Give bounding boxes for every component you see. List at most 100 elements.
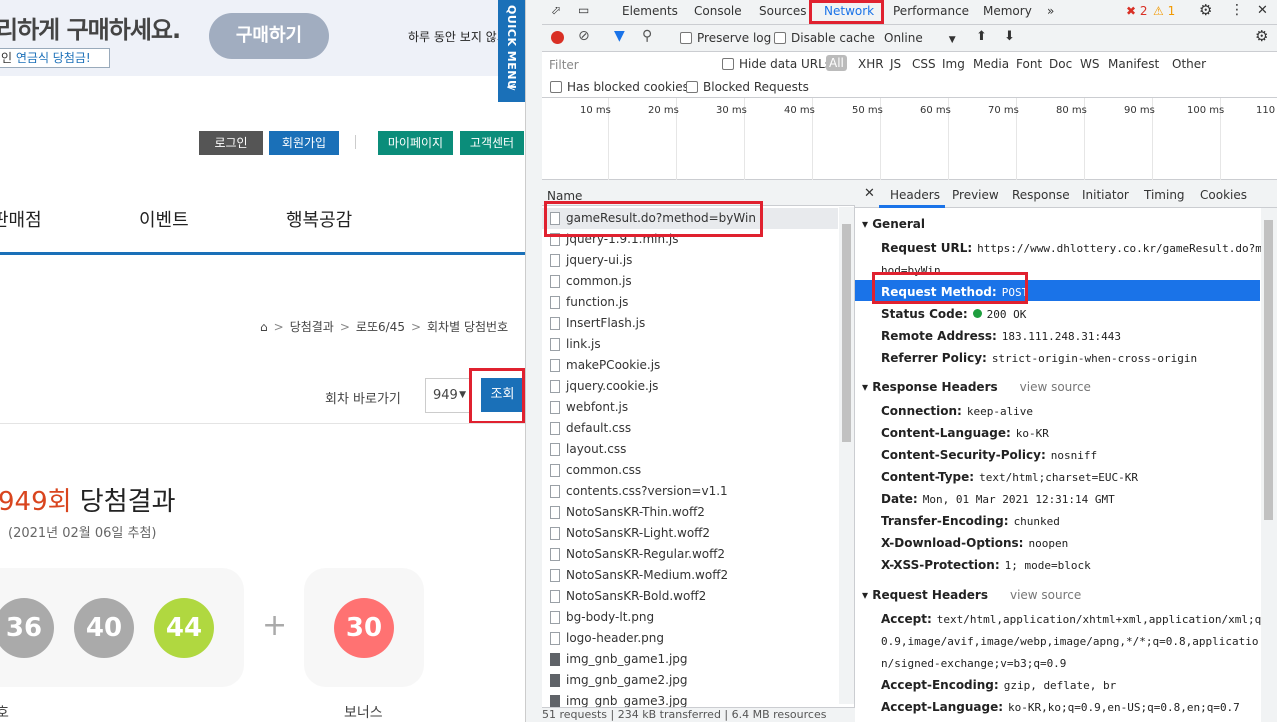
section-header[interactable]: ▾ Response Headers view source: [862, 380, 1091, 394]
upload-icon[interactable]: ⬆: [976, 29, 987, 44]
type-filter-img[interactable]: Img: [942, 57, 965, 71]
view-source-link[interactable]: view source: [1020, 380, 1091, 394]
mypage-button[interactable]: 마이페이지: [378, 131, 453, 155]
request-row[interactable]: img_gnb_game1.jpg: [542, 649, 838, 670]
gnb-item-store[interactable]: 판매점: [0, 206, 42, 232]
blocked-cookies-checkbox[interactable]: Has blocked cookies: [550, 80, 689, 94]
hide-data-urls-checkbox[interactable]: Hide data URLs: [722, 57, 831, 71]
login-button[interactable]: 로그인: [199, 131, 263, 155]
request-row[interactable]: webfont.js: [542, 397, 838, 418]
request-row[interactable]: NotoSansKR-Thin.woff2: [542, 502, 838, 523]
breadcrumb-item[interactable]: 회차별 당첨번호: [427, 320, 508, 334]
request-row[interactable]: NotoSansKR-Medium.woff2: [542, 565, 838, 586]
section-header[interactable]: ▾ Request Headers view source: [862, 588, 1081, 602]
request-row[interactable]: NotoSansKR-Bold.woff2: [542, 586, 838, 607]
gnb-item-event[interactable]: 이벤트: [139, 206, 189, 232]
blocked-requests-checkbox[interactable]: Blocked Requests: [686, 80, 809, 94]
disable-cache-checkbox[interactable]: Disable cache: [774, 31, 875, 45]
request-row[interactable]: makePCookie.js: [542, 355, 838, 376]
customer-center-button[interactable]: 고객센터: [460, 131, 524, 155]
more-options-icon[interactable]: ⋮: [1230, 2, 1244, 18]
request-row[interactable]: function.js: [542, 292, 838, 313]
tab-headers[interactable]: Headers: [890, 188, 940, 202]
type-filter-font[interactable]: Font: [1016, 57, 1042, 71]
error-count[interactable]: ✖ 2: [1126, 4, 1148, 18]
timeline-label: 100 ms: [1187, 105, 1225, 116]
network-timeline[interactable]: 10 ms 20 ms 30 ms 40 ms 50 ms 60 ms 70 m…: [542, 98, 1277, 180]
request-row[interactable]: contents.css?version=v1.1: [542, 481, 838, 502]
gnb-underline: [0, 252, 525, 255]
tab-response[interactable]: Response: [1012, 188, 1070, 202]
type-filter-doc[interactable]: Doc: [1049, 57, 1072, 71]
request-row[interactable]: bg-body-lt.png: [542, 607, 838, 628]
clear-icon[interactable]: ⊘: [578, 28, 590, 44]
filter-input[interactable]: Filter: [549, 58, 579, 72]
type-filter-media[interactable]: Media: [973, 57, 1009, 71]
tab-sources[interactable]: Sources: [759, 4, 806, 18]
request-row[interactable]: default.css: [542, 418, 838, 439]
request-name: makePCookie.js: [566, 358, 661, 372]
request-row[interactable]: NotoSansKR-Light.woff2: [542, 523, 838, 544]
request-row[interactable]: logo-header.png: [542, 628, 838, 649]
request-row[interactable]: layout.css: [542, 439, 838, 460]
preserve-log-checkbox[interactable]: Preserve log: [680, 31, 771, 45]
more-tabs-icon[interactable]: »: [1047, 4, 1054, 18]
join-button[interactable]: 회원가입: [269, 131, 339, 155]
request-name: contents.css?version=v1.1: [566, 484, 728, 498]
status-ok-icon: [972, 309, 982, 318]
timeline-label: 110 ms: [1256, 105, 1277, 116]
request-row[interactable]: InsertFlash.js: [542, 313, 838, 334]
winning-numbers-label: 호: [0, 705, 9, 721]
filter-icon[interactable]: ▼: [614, 28, 625, 44]
buy-button[interactable]: 구매하기: [209, 13, 329, 59]
draw-select[interactable]: 949 ▼: [425, 378, 472, 413]
warning-count[interactable]: ⚠ 1: [1153, 4, 1175, 18]
download-icon[interactable]: ⬇: [1004, 29, 1015, 44]
type-filter-js[interactable]: JS: [890, 57, 901, 71]
inspect-element-icon[interactable]: ⬀: [551, 3, 561, 17]
view-source-link[interactable]: view source: [1010, 588, 1081, 602]
gear-icon[interactable]: ⚙: [1199, 1, 1212, 19]
tab-performance[interactable]: Performance: [893, 4, 969, 18]
scrollbar-thumb[interactable]: [1264, 220, 1273, 520]
request-row[interactable]: jquery.cookie.js: [542, 376, 838, 397]
tab-timing[interactable]: Timing: [1144, 188, 1185, 202]
request-row[interactable]: common.css: [542, 460, 838, 481]
scrollbar-thumb[interactable]: [842, 224, 851, 442]
pane-splitter[interactable]: [525, 0, 542, 722]
tab-console[interactable]: Console: [694, 4, 742, 18]
breadcrumb-item[interactable]: 당첨결과: [290, 320, 334, 334]
section-header[interactable]: ▾ General: [862, 217, 925, 231]
tab-initiator[interactable]: Initiator: [1082, 188, 1129, 202]
close-icon[interactable]: ✕: [864, 186, 875, 201]
throttle-select[interactable]: Online ▼: [884, 31, 956, 45]
section-title: Request Headers: [872, 588, 988, 602]
tab-elements[interactable]: Elements: [622, 4, 678, 18]
search-icon[interactable]: ⚲: [642, 28, 652, 44]
gear-icon[interactable]: ⚙: [1255, 27, 1268, 45]
request-row[interactable]: NotoSansKR-Regular.woff2: [542, 544, 838, 565]
tab-preview[interactable]: Preview: [952, 188, 999, 202]
gnb-item-happiness[interactable]: 행복공감: [286, 206, 352, 232]
record-icon[interactable]: [551, 31, 564, 44]
request-row[interactable]: jquery-ui.js: [542, 250, 838, 271]
device-toolbar-icon[interactable]: ▭: [578, 3, 589, 17]
hide-today-link[interactable]: 하루 동안 보지 않기: [408, 28, 508, 45]
tab-cookies[interactable]: Cookies: [1200, 188, 1247, 202]
request-row[interactable]: common.js: [542, 271, 838, 292]
type-filter-ws[interactable]: WS: [1080, 57, 1099, 71]
hide-data-urls-label: Hide data URLs: [739, 57, 832, 71]
breadcrumb-item[interactable]: 로또6/45: [356, 320, 405, 334]
type-filter-manifest[interactable]: Manifest: [1108, 57, 1159, 71]
quick-menu-tab[interactable]: QUICK MENU <: [498, 0, 525, 102]
home-icon[interactable]: ⌂: [260, 320, 268, 334]
request-name: logo-header.png: [566, 631, 665, 645]
tab-memory[interactable]: Memory: [983, 4, 1032, 18]
type-filter-css[interactable]: CSS: [912, 57, 936, 71]
type-filter-other[interactable]: Other: [1172, 57, 1206, 71]
request-row[interactable]: img_gnb_game2.jpg: [542, 670, 838, 691]
type-filter-all[interactable]: All: [826, 55, 847, 71]
type-filter-xhr[interactable]: XHR: [858, 57, 884, 71]
close-icon[interactable]: ✕: [1257, 3, 1268, 18]
request-row[interactable]: link.js: [542, 334, 838, 355]
